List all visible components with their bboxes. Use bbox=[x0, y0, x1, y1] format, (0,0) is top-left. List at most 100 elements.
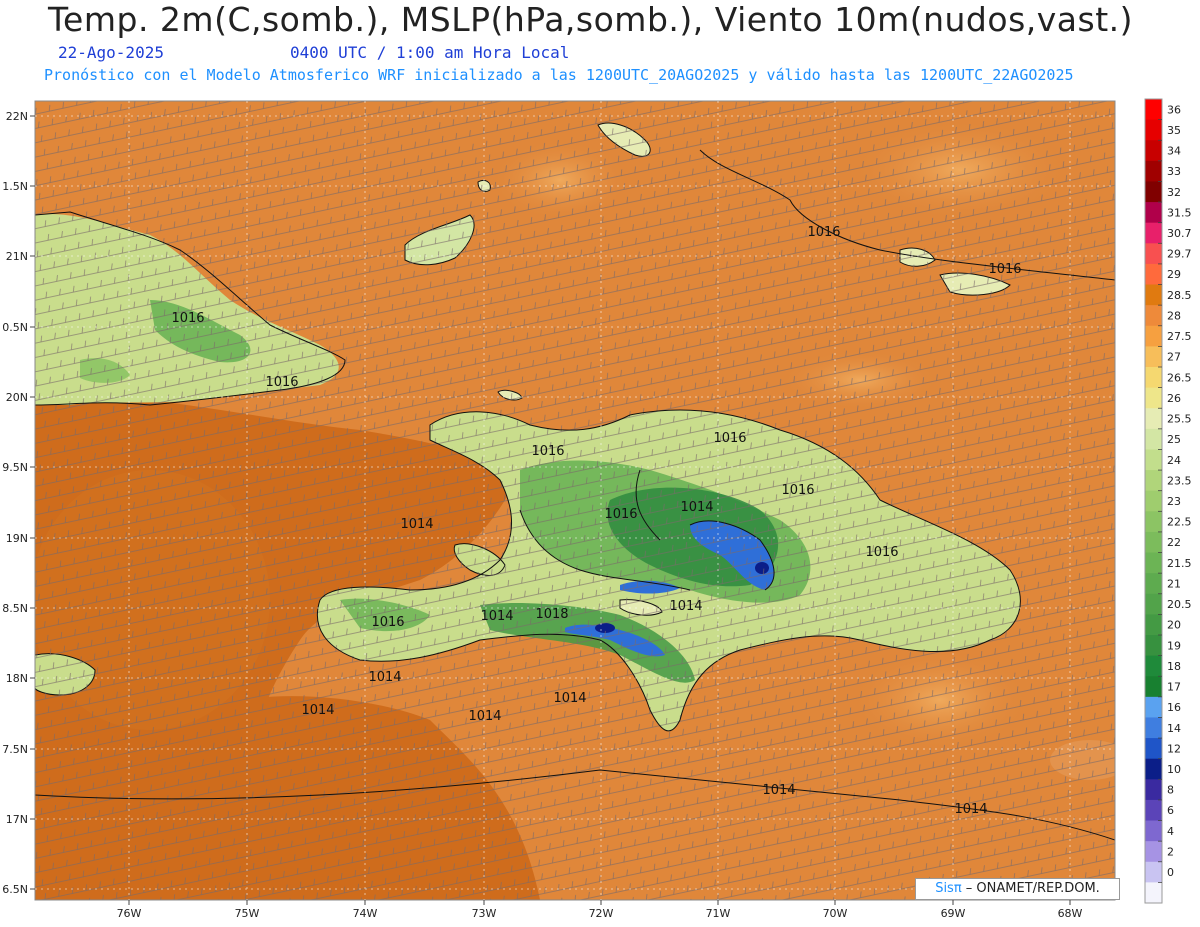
colorbar-swatch bbox=[1145, 284, 1162, 306]
colorbar-level-label: 20 bbox=[1167, 619, 1181, 632]
colorbar-swatch bbox=[1145, 758, 1162, 780]
colorbar-level-label: 32 bbox=[1167, 186, 1181, 199]
lon-tick-label: 75W bbox=[235, 907, 260, 920]
isobar-label: 1016 bbox=[604, 507, 637, 522]
isobar-label: 1014 bbox=[400, 517, 433, 532]
colorbar-level-label: 29.7 bbox=[1167, 248, 1192, 261]
lat-tick-label: 19N bbox=[6, 532, 28, 545]
lat-tick-label: 0.5N bbox=[2, 321, 28, 334]
lon-tick-label: 74W bbox=[353, 907, 378, 920]
colorbar-level-label: 23 bbox=[1167, 495, 1181, 508]
colorbar-swatch bbox=[1145, 346, 1162, 368]
colorbar-level-label: 24 bbox=[1167, 454, 1181, 467]
map-plot-area bbox=[35, 101, 1115, 900]
colorbar-level-label: 19 bbox=[1167, 639, 1181, 652]
colorbar-swatch bbox=[1145, 614, 1162, 636]
colorbar-swatch bbox=[1145, 511, 1162, 533]
colorbar-swatch bbox=[1145, 696, 1162, 718]
colorbar-level-label: 16 bbox=[1167, 701, 1181, 714]
lon-tick-label: 70W bbox=[823, 907, 848, 920]
colorbar-swatch bbox=[1145, 738, 1162, 760]
isobar-label: 1014 bbox=[480, 609, 513, 624]
colorbar-level-label: 25 bbox=[1167, 433, 1181, 446]
colorbar-swatch bbox=[1145, 635, 1162, 657]
lat-tick-label: 17N bbox=[6, 813, 28, 826]
lat-tick-label: 20N bbox=[6, 391, 28, 404]
lon-tick-label: 68W bbox=[1058, 907, 1083, 920]
colorbar-swatch bbox=[1145, 593, 1162, 615]
isobar-label: 1016 bbox=[781, 483, 814, 498]
colorbar-level-label: 17 bbox=[1167, 681, 1181, 694]
colorbar-level-label: 23.5 bbox=[1167, 474, 1192, 487]
isobar-label: 1014 bbox=[468, 709, 501, 724]
colorbar-level-label: 36 bbox=[1167, 103, 1181, 116]
colorbar-swatch bbox=[1145, 387, 1162, 409]
colorbar-level-label: 27 bbox=[1167, 351, 1181, 364]
lon-tick-label: 71W bbox=[706, 907, 731, 920]
colorbar-swatch bbox=[1145, 779, 1162, 801]
isobar-label: 1014 bbox=[301, 703, 334, 718]
colorbar-level-label: 26 bbox=[1167, 392, 1181, 405]
colorbar-swatch bbox=[1145, 367, 1162, 389]
colorbar-swatch bbox=[1145, 222, 1162, 244]
colorbar-level-label: 2 bbox=[1167, 845, 1174, 858]
lat-tick-label: 22N bbox=[6, 110, 28, 123]
isobar-label: 1016 bbox=[171, 311, 204, 326]
colorbar-swatch bbox=[1145, 181, 1162, 203]
colorbar-swatch bbox=[1145, 470, 1162, 492]
colorbar-swatch bbox=[1145, 820, 1162, 842]
colorbar-swatch bbox=[1145, 325, 1162, 347]
colorbar-level-label: 22 bbox=[1167, 536, 1181, 549]
isobar-label: 1016 bbox=[531, 444, 564, 459]
isobar-label: 1014 bbox=[368, 670, 401, 685]
isobar-label: 1016 bbox=[371, 615, 404, 630]
colorbar-swatch bbox=[1145, 202, 1162, 224]
isobar-label: 1016 bbox=[807, 225, 840, 240]
colorbar-swatch bbox=[1145, 573, 1162, 595]
sispi-logo: Sisπ bbox=[935, 881, 962, 896]
isobar-label: 1016 bbox=[988, 262, 1021, 277]
colorbar-swatch bbox=[1145, 408, 1162, 430]
lat-tick-label: 1.5N bbox=[2, 180, 28, 193]
lon-tick-label: 72W bbox=[589, 907, 614, 920]
isobar-label: 1016 bbox=[865, 545, 898, 560]
isobar-label: 1014 bbox=[680, 500, 713, 515]
colorbar-swatch bbox=[1145, 531, 1162, 554]
colorbar-level-label: 25.5 bbox=[1167, 413, 1192, 426]
colorbar-level-label: 6 bbox=[1167, 804, 1174, 817]
colorbar-level-label: 21.5 bbox=[1167, 557, 1192, 570]
colorbar-swatch bbox=[1145, 99, 1162, 121]
lat-tick-label: 9.5N bbox=[2, 461, 28, 474]
colorbar-swatch bbox=[1145, 717, 1162, 739]
colorbar-level-label: 28.5 bbox=[1167, 289, 1192, 302]
colorbar-level-label: 28 bbox=[1167, 309, 1181, 322]
isobar-label: 1014 bbox=[954, 802, 987, 817]
colorbar-level-label: 31.5 bbox=[1167, 206, 1192, 219]
forecast-map: 76W 75W 74W 73W 72W 71W 70W 69W 68W 22N 1.5N 21N 0.5… bbox=[2, 98, 1192, 920]
colorbar-swatch bbox=[1145, 490, 1162, 512]
colorbar-level-label: 12 bbox=[1167, 742, 1181, 755]
colorbar-level-label: 10 bbox=[1167, 763, 1181, 776]
lat-tick-label: 6.5N bbox=[2, 883, 28, 896]
lon-tick-label: 69W bbox=[941, 907, 966, 920]
colorbar-swatch bbox=[1145, 882, 1162, 904]
colorbar-level-label: 18 bbox=[1167, 660, 1181, 673]
colorbar-level-label: 29 bbox=[1167, 268, 1181, 281]
colorbar-level-label: 30.7 bbox=[1167, 227, 1192, 240]
isobar-label: 1016 bbox=[713, 431, 746, 446]
colorbar-level-label: 4 bbox=[1167, 825, 1174, 838]
lon-tick-label: 73W bbox=[472, 907, 497, 920]
colorbar-swatch bbox=[1145, 263, 1162, 286]
colorbar-level-label: 8 bbox=[1167, 784, 1174, 797]
lat-tick-label: 8.5N bbox=[2, 602, 28, 615]
colorbar-swatch bbox=[1145, 799, 1162, 822]
colorbar-swatch bbox=[1145, 655, 1162, 677]
colorbar-swatch bbox=[1145, 841, 1162, 863]
colorbar-level-label: 20.5 bbox=[1167, 598, 1192, 611]
colorbar-swatch bbox=[1145, 160, 1162, 182]
colorbar-level-label: 35 bbox=[1167, 124, 1181, 137]
colorbar-level-label: 27.5 bbox=[1167, 330, 1192, 343]
colorbar-swatch bbox=[1145, 428, 1162, 450]
colorbar-swatch bbox=[1145, 676, 1162, 698]
isobar-label: 1018 bbox=[535, 607, 568, 622]
